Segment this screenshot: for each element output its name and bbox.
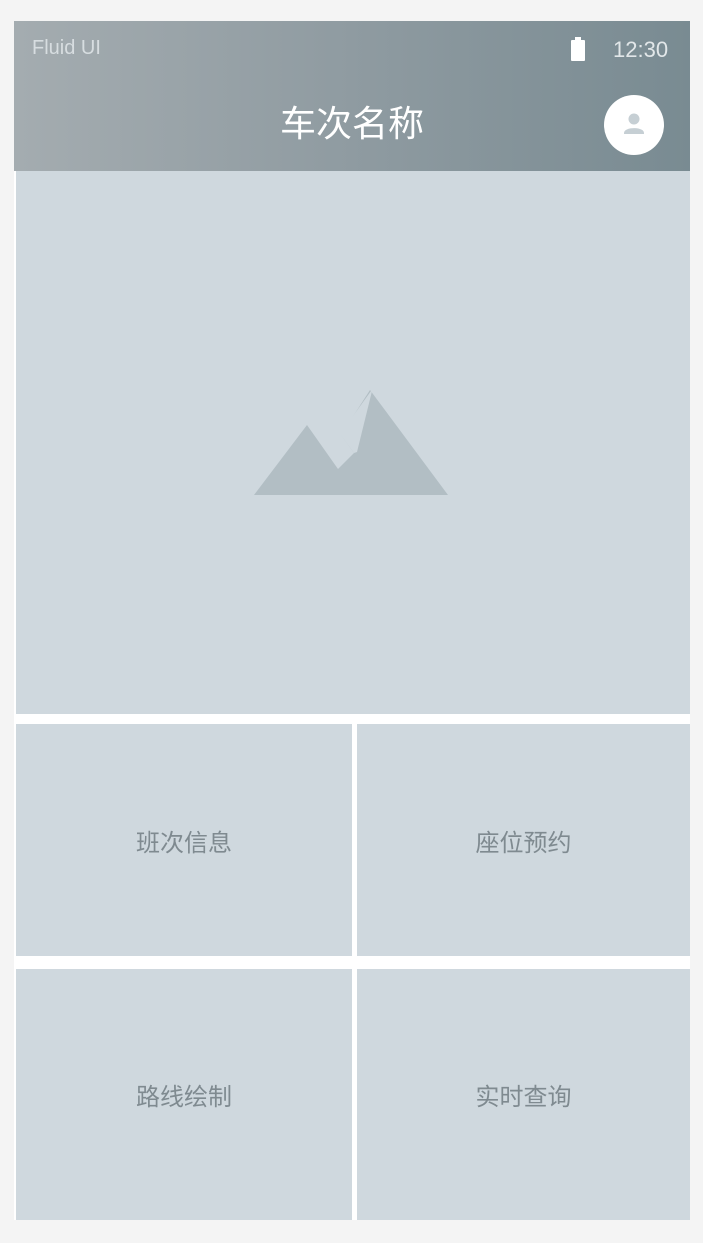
status-time: 12:30 bbox=[613, 37, 669, 62]
menu-item-schedule-info[interactable]: 班次信息 bbox=[16, 724, 352, 956]
phone-screen: Fluid UI 12:30 车次名称 班次信息 座位预约 路线绘制 实时查询 bbox=[14, 21, 690, 1220]
menu-item-realtime-query[interactable]: 实时查询 bbox=[357, 969, 690, 1220]
menu-grid: 班次信息 座位预约 路线绘制 实时查询 bbox=[14, 714, 690, 1220]
menu-item-route-drawing[interactable]: 路线绘制 bbox=[16, 969, 352, 1220]
user-avatar-icon[interactable] bbox=[604, 95, 664, 155]
app-header: Fluid UI 12:30 车次名称 bbox=[14, 21, 690, 171]
menu-item-label: 实时查询 bbox=[475, 1083, 572, 1111]
image-placeholder-icon bbox=[254, 390, 448, 495]
status-app-name: Fluid UI bbox=[32, 37, 101, 59]
menu-item-seat-reservation[interactable]: 座位预约 bbox=[357, 724, 690, 956]
menu-item-label: 路线绘制 bbox=[136, 1083, 232, 1111]
page-title: 车次名称 bbox=[279, 104, 424, 145]
person-icon bbox=[624, 113, 644, 134]
menu-item-label: 座位预约 bbox=[475, 828, 572, 857]
battery-icon bbox=[571, 37, 585, 61]
menu-item-label: 班次信息 bbox=[136, 828, 232, 857]
hero-image bbox=[16, 171, 690, 714]
